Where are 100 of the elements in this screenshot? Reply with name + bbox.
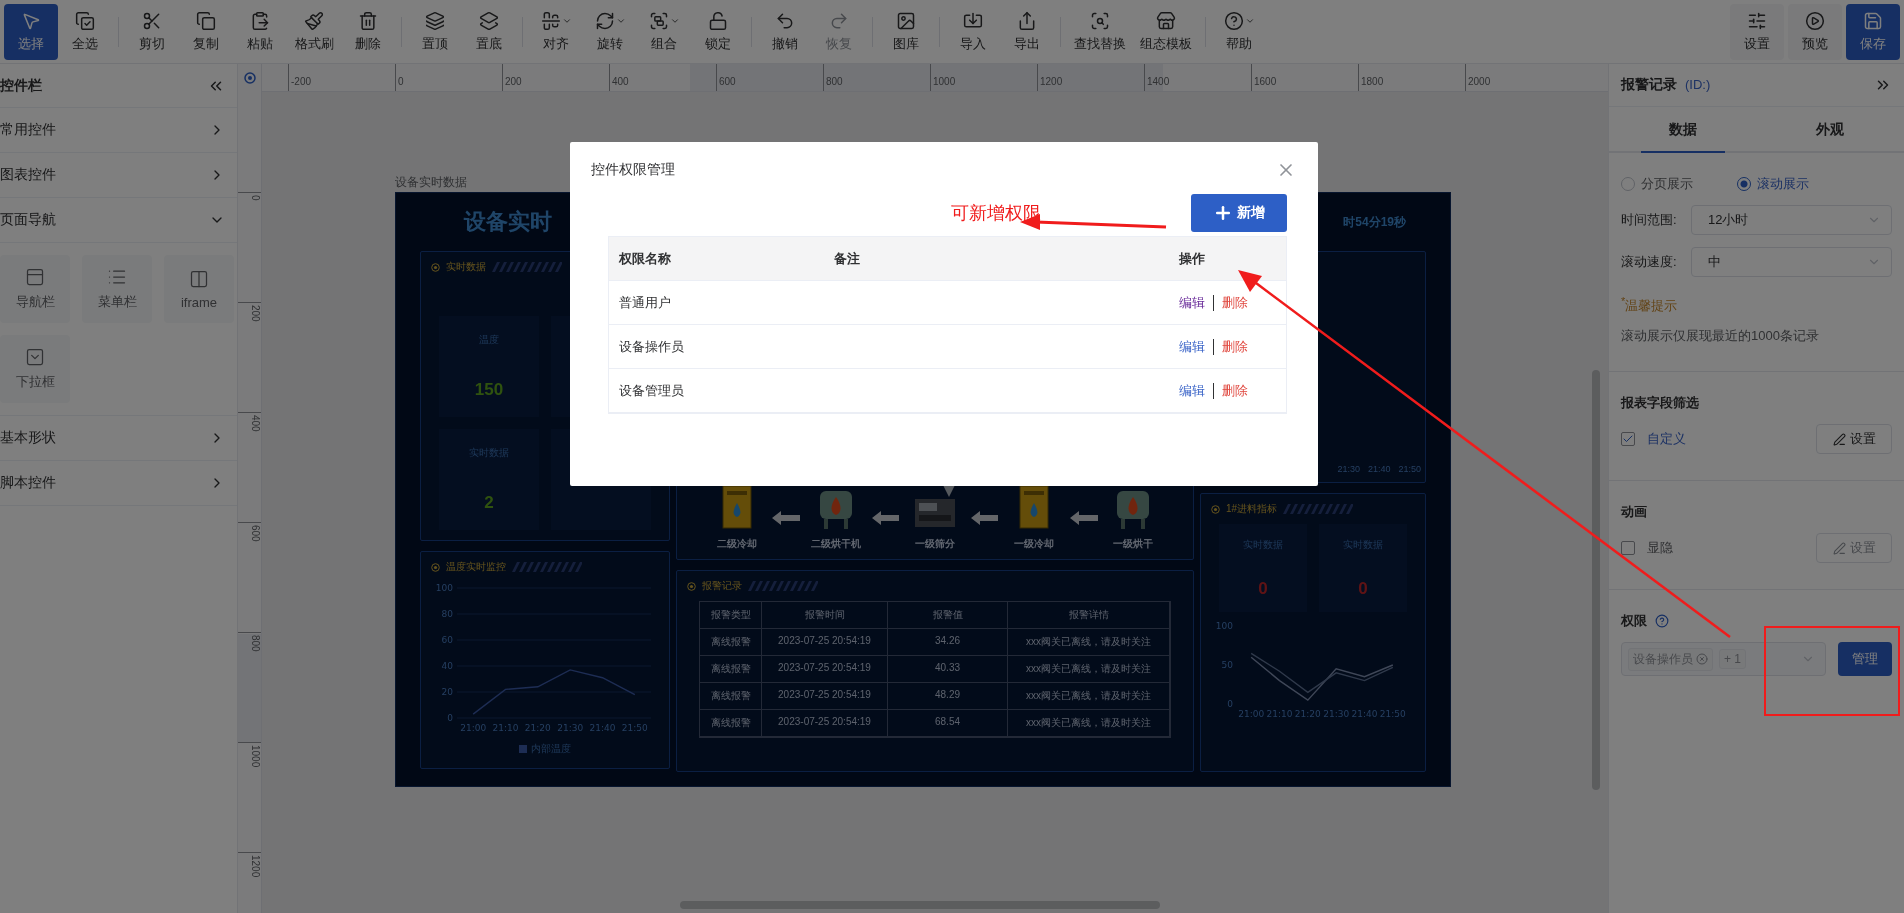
toolbar-button[interactable]: 格式刷 [287, 3, 341, 60]
table-cell: 离线报警 [700, 683, 762, 711]
radio-option[interactable]: 分页展示 [1621, 175, 1693, 193]
toolbar-button[interactable]: 组态模板 [1133, 3, 1199, 60]
widget-label: 下拉框 [15, 373, 55, 391]
ruler-label: 800 [823, 64, 930, 91]
trash-icon [358, 10, 378, 31]
pen-icon [1832, 541, 1846, 555]
sidebar-item[interactable]: 脚本控件 [0, 461, 237, 506]
tab[interactable]: 外观 [1756, 107, 1904, 151]
tab[interactable]: 数据 [1609, 107, 1757, 151]
export-icon [1017, 10, 1037, 31]
table-cell: 2023-07-25 20:54:19 [762, 683, 888, 711]
toolbar-button[interactable]: 撤销 [758, 3, 812, 60]
select-all-icon [75, 10, 95, 31]
column-header: 报警详情 [1008, 602, 1170, 630]
table-cell: 34.26 [888, 629, 1008, 657]
layers-icon [479, 10, 499, 31]
toolbar-button[interactable]: 查找替换 [1067, 3, 1133, 60]
stat-value: 2 [484, 493, 494, 514]
axis-label: 21:30 [557, 723, 584, 733]
field-label: 时间范围: [1621, 211, 1678, 229]
edit-link[interactable]: 编辑 [1179, 337, 1205, 356]
axis-label: 21:40 [1367, 464, 1391, 475]
axis-label: 0 [447, 713, 453, 723]
axis-label: 40 [441, 661, 453, 671]
toolbar-button[interactable]: 导出 [1000, 3, 1054, 60]
sidebar-item[interactable]: 常用控件 [0, 108, 237, 153]
axis-label: 21:20 [1294, 709, 1321, 720]
widget-card[interactable]: 菜单栏 [82, 255, 152, 323]
toolbar-button[interactable]: 对齐 [529, 3, 583, 60]
widget-card[interactable]: 下拉框 [0, 335, 70, 403]
scrollbar-thumb[interactable] [680, 901, 1160, 909]
import-icon [963, 10, 983, 31]
toolbar-button[interactable]: 置底 [462, 3, 516, 60]
delete-link[interactable]: 删除 [1222, 293, 1248, 312]
ruler-label: 0 [395, 64, 502, 91]
select-field[interactable]: 12小时 [1691, 205, 1892, 235]
axis-label: 100 [1215, 621, 1233, 632]
settings-button[interactable]: 设置 [1816, 424, 1892, 455]
pen-icon [1832, 432, 1846, 446]
table-cell: 40.33 [888, 656, 1008, 684]
toolbar-button[interactable]: 粘贴 [233, 3, 287, 60]
required-mark: * [1621, 295, 1626, 307]
panel-title: 报警记录 [1621, 76, 1677, 92]
save-button[interactable]: 保存 [1846, 3, 1900, 60]
scrollbar-thumb[interactable] [1592, 370, 1600, 790]
ruler-label: 2000 [1465, 64, 1572, 91]
sidebar-item[interactable]: 页面导航 [0, 198, 237, 243]
add-button[interactable]: 新增 [1191, 194, 1287, 232]
delete-link[interactable]: 删除 [1222, 337, 1248, 356]
widget-label: iframe [180, 294, 218, 310]
sidebar-item-label: 脚本控件 [0, 474, 56, 492]
sidebar-item[interactable]: 基本形状 [0, 416, 237, 461]
screener-drawing [913, 485, 957, 530]
toolbar-button[interactable]: 删除 [341, 3, 395, 60]
manage-button[interactable]: 管理 [1838, 642, 1892, 677]
ruler-label: 1600 [1251, 64, 1358, 91]
checkbox-option[interactable]: 自定义 [1621, 430, 1686, 449]
radio-option[interactable]: 滚动展示 [1737, 175, 1809, 193]
toolbar-button[interactable]: 帮助 [1212, 3, 1266, 60]
axis-label: 21:00 [460, 723, 487, 733]
table-cell: 离线报警 [700, 710, 762, 738]
save-icon [1863, 10, 1883, 31]
edit-link[interactable]: 编辑 [1179, 381, 1205, 400]
toolbar-button[interactable]: 选择 [4, 3, 58, 60]
axis-label: 21:50 [1398, 464, 1421, 475]
toolbar-button[interactable]: 设置 [1730, 3, 1784, 60]
close-icon[interactable] [1696, 653, 1708, 666]
toolbar-button[interactable]: 锁定 [691, 3, 745, 60]
toolbar-button[interactable]: 复制 [179, 3, 233, 60]
toolbar-button[interactable]: 旋转 [583, 3, 637, 60]
delete-link[interactable]: 删除 [1222, 381, 1248, 400]
widget-card[interactable]: iframe [164, 255, 234, 323]
edit-link[interactable]: 编辑 [1179, 293, 1205, 312]
toolbar-button[interactable]: 预览 [1788, 3, 1842, 60]
toolbar-button[interactable]: 图库 [879, 3, 933, 60]
toolbar-button[interactable]: 剪切 [125, 3, 179, 60]
clipboard-icon [250, 10, 270, 31]
toolbar-button[interactable]: 置顶 [408, 3, 462, 60]
ruler-label: 1000 [238, 742, 261, 852]
toolbar-button[interactable]: 全选 [58, 3, 112, 60]
table-cell: 48.29 [888, 683, 1008, 711]
checkbox[interactable] [1621, 432, 1635, 447]
widget-card[interactable]: 导航栏 [0, 255, 70, 323]
toolbar-button[interactable]: 导入 [946, 3, 1000, 60]
toolbar-button[interactable]: 组合 [637, 3, 691, 60]
sidebar-item-label: 基本形状 [0, 429, 56, 447]
help-icon[interactable] [1655, 614, 1669, 629]
table-cell: 设备管理员 [609, 369, 824, 413]
sidebar-title: 控件栏 [0, 76, 42, 95]
dialog-title: 控件权限管理 [591, 161, 675, 179]
column-header: 报警类型 [700, 602, 762, 630]
sidebar-item[interactable]: 图表控件 [0, 153, 237, 198]
stripes-drawing [492, 262, 562, 272]
unlock-icon [708, 10, 728, 31]
table-cell: 2023-07-25 20:54:19 [762, 629, 888, 657]
target-icon[interactable] [243, 72, 256, 84]
select-field[interactable]: 中 [1691, 247, 1892, 277]
stat-value: 150 [474, 380, 504, 401]
